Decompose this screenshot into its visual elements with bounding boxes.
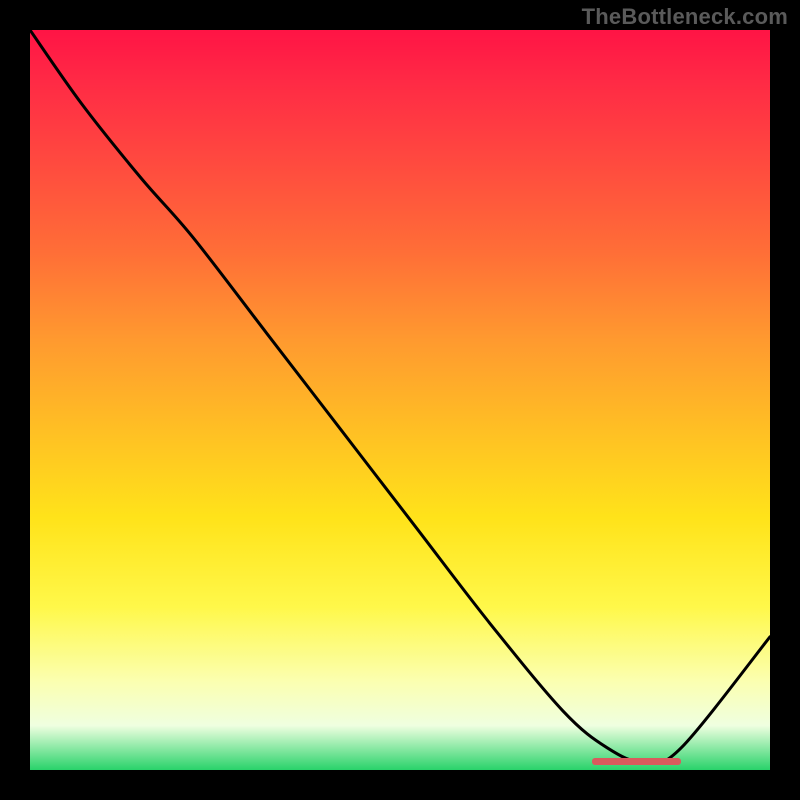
attribution-text: TheBottleneck.com — [582, 4, 788, 30]
optimal-range-marker — [592, 758, 681, 765]
chart-container: TheBottleneck.com — [0, 0, 800, 800]
bottleneck-curve — [30, 30, 770, 770]
plot-area — [30, 30, 770, 770]
